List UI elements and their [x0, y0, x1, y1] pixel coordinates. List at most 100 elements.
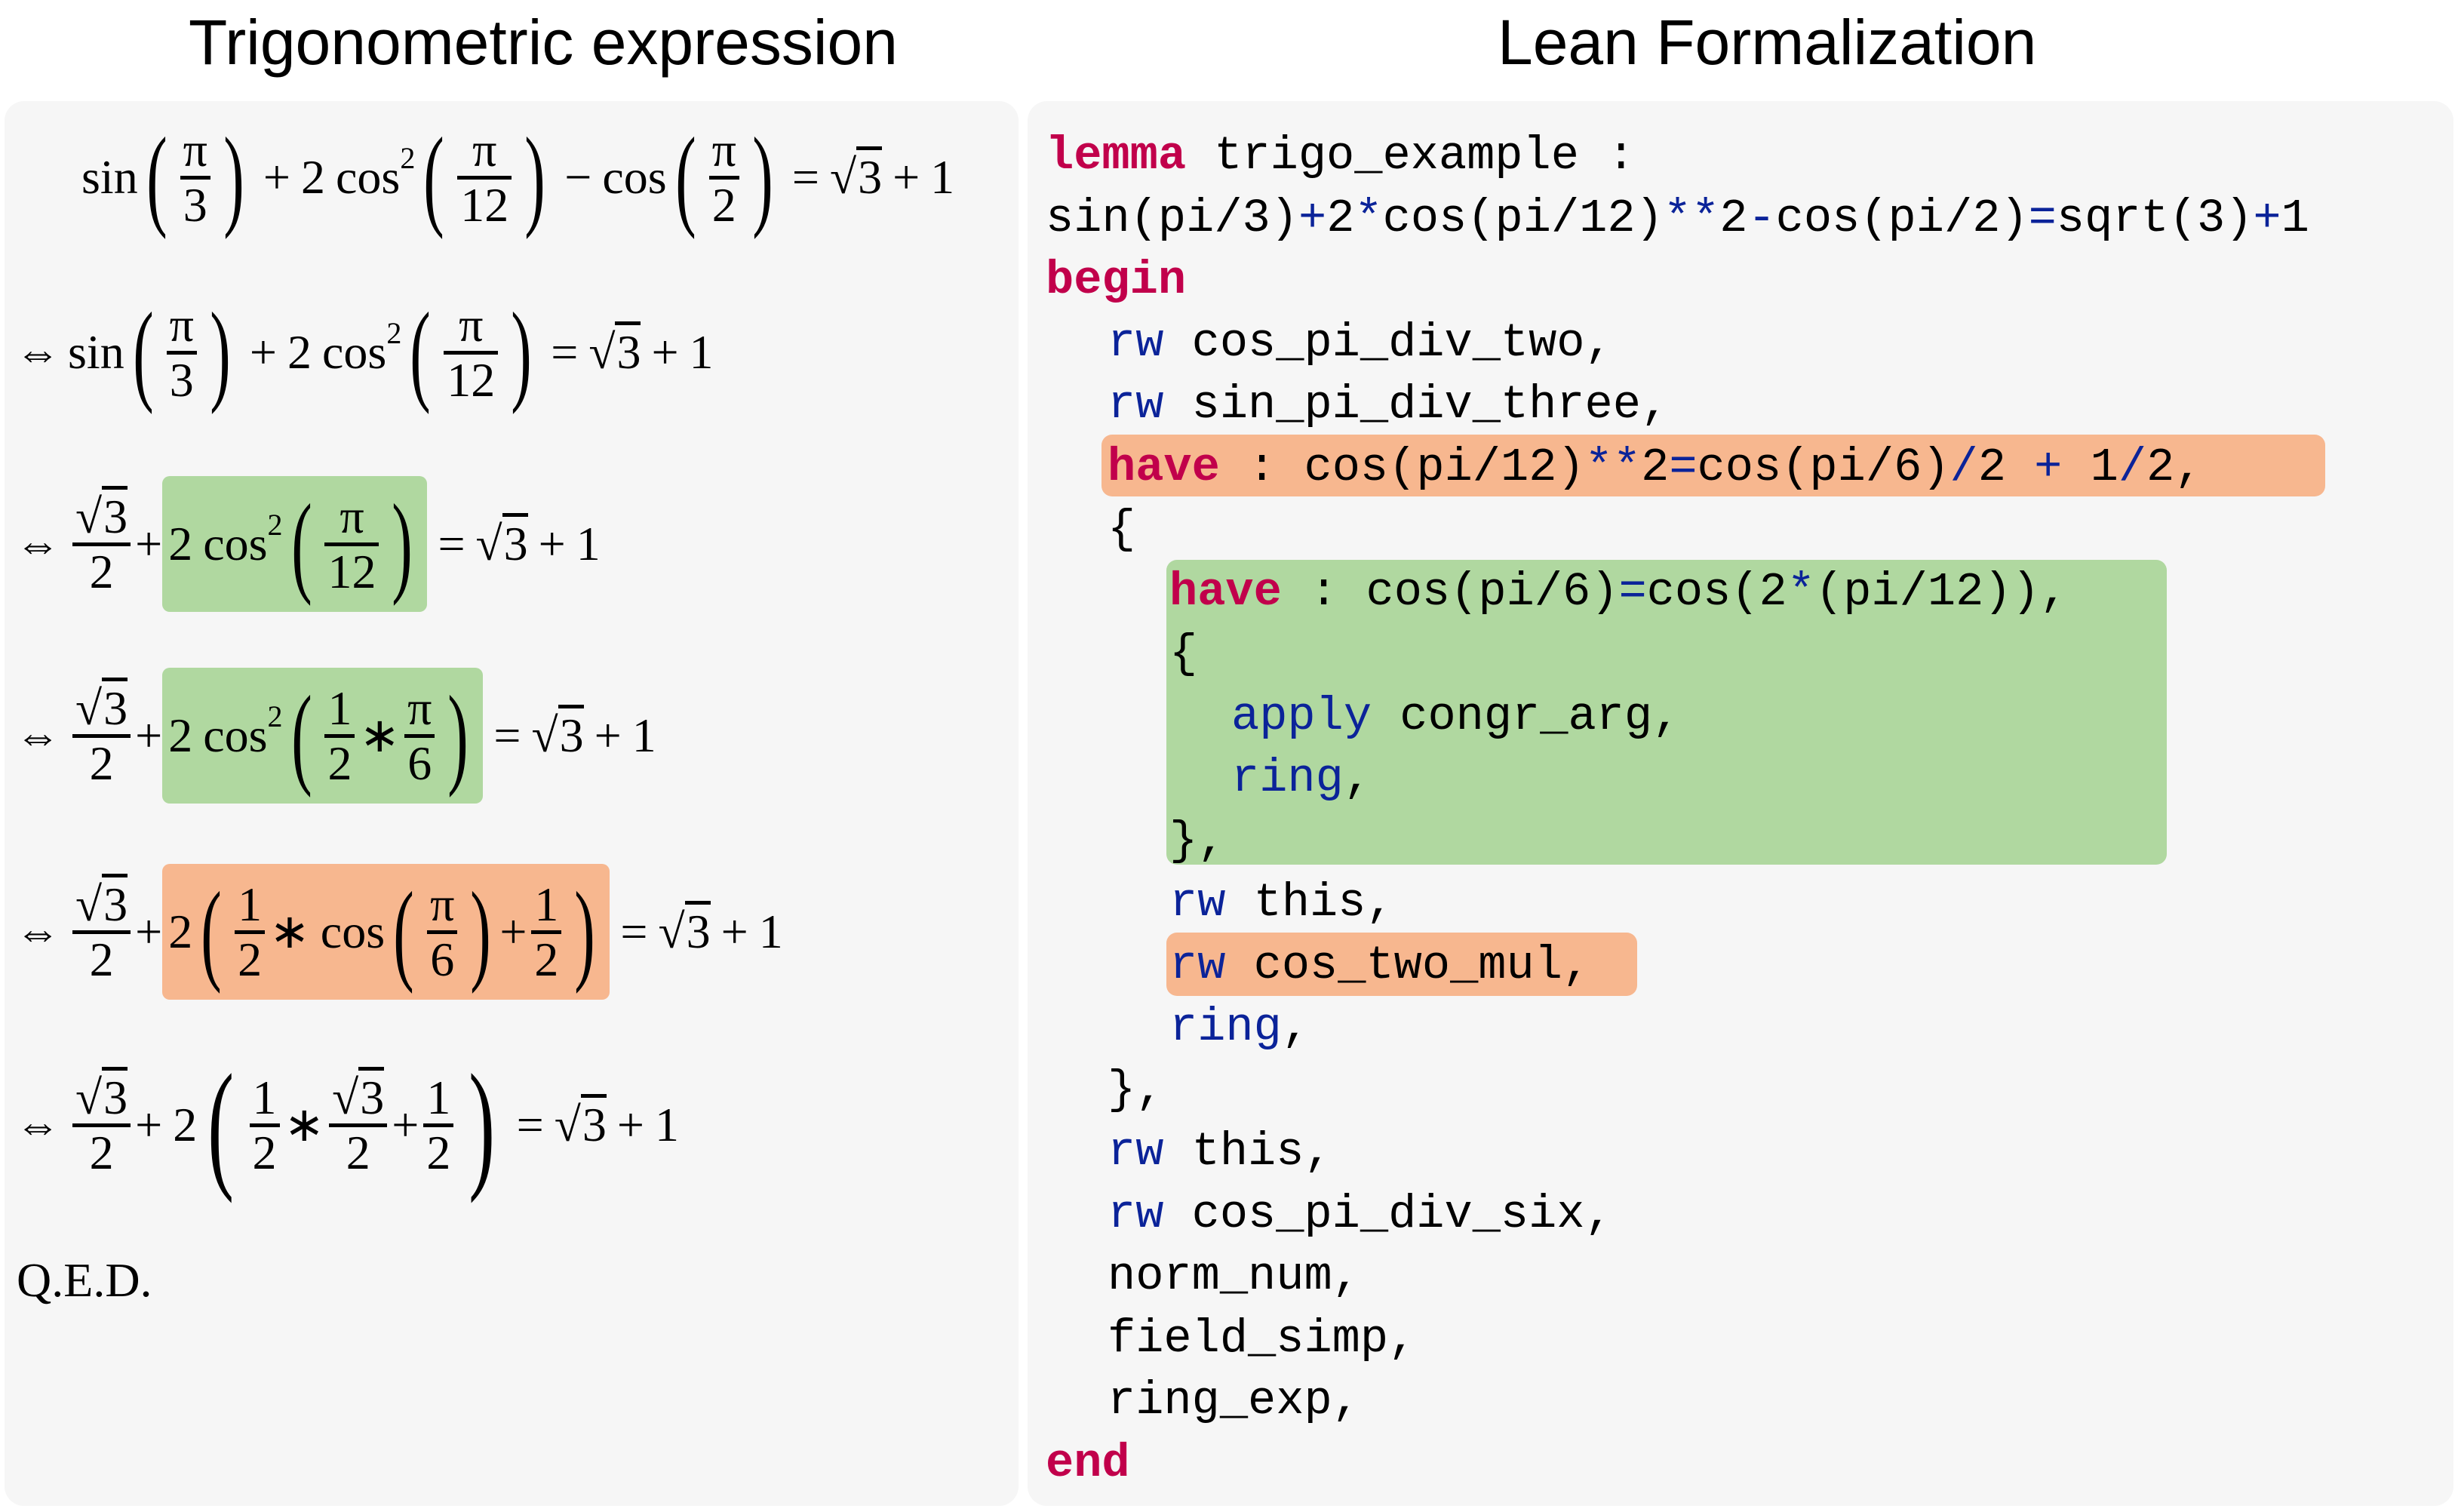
- paren: (: [290, 673, 312, 798]
- keyword-ring: ring: [1231, 751, 1344, 805]
- plus: +: [135, 708, 163, 762]
- cos: cos: [322, 325, 387, 379]
- code-line: {: [1169, 627, 1198, 681]
- keyword-rw: rw: [1108, 315, 1164, 370]
- numerator: π: [430, 877, 455, 932]
- paren: (: [290, 481, 312, 607]
- sqrt-sign: √: [332, 1071, 359, 1125]
- sin: sin: [68, 325, 124, 379]
- math-token: 2: [168, 905, 193, 958]
- sqrt-sign: √: [829, 150, 857, 204]
- highlight-green: 2 cos 2(π 12): [162, 476, 428, 612]
- numerator: 1: [252, 1071, 277, 1125]
- code-line: end: [1046, 1433, 1130, 1495]
- sqrt-3: √3: [332, 1067, 385, 1125]
- plus: +: [893, 150, 920, 204]
- paren: ): [223, 115, 244, 240]
- paren: (: [393, 869, 414, 994]
- fraction: π6: [427, 877, 458, 985]
- iff-symbol: ⇔: [15, 327, 60, 377]
- superscript: 2: [267, 699, 283, 733]
- code-line: have : cos(pi/12)**2=cos(pi/6)/2 + 1/2,: [1108, 437, 2202, 499]
- code-line: rw this,: [1169, 876, 1394, 930]
- plus: +: [616, 1098, 644, 1151]
- denominator: 6: [407, 736, 432, 790]
- numerator: π: [711, 123, 736, 177]
- plus: +: [135, 1098, 163, 1151]
- sqrt-sign: √: [531, 708, 558, 762]
- math-step-1: sin(π 3) +2 cos 2(π 12) − cos(π 2) = √3 +1: [81, 106, 954, 249]
- radicand: 3: [502, 513, 528, 570]
- denominator: 2: [89, 932, 114, 986]
- code-line: begin: [1046, 250, 1186, 312]
- sqrt-sign: √: [658, 905, 685, 958]
- keyword-rw: rw: [1108, 1187, 1164, 1241]
- paren: (: [410, 290, 432, 415]
- numerator: π: [459, 298, 484, 352]
- keyword-ring: ring: [1169, 1000, 1282, 1054]
- sqrt-3: √3: [829, 146, 883, 205]
- highlight-green: 2 cos 2(1 2 ∗ π 6): [162, 668, 484, 804]
- code-line: apply congr_arg,: [1231, 689, 1681, 743]
- denominator: 2: [327, 736, 352, 790]
- sqrt-sign: √: [588, 325, 616, 379]
- times: ∗: [284, 1098, 325, 1151]
- sqrt-sign: √: [554, 1098, 581, 1151]
- numerator: π: [340, 490, 364, 544]
- numerator: 1: [238, 877, 263, 932]
- lemma-statement: sin(pi/3)+2*cos(pi/12)**2-cos(pi/2)=sqrt…: [1046, 191, 2309, 245]
- paren: ): [574, 869, 596, 994]
- fraction: √3 2: [72, 678, 131, 788]
- sqrt-3: √3: [554, 1094, 607, 1153]
- radicand: 3: [102, 1067, 128, 1125]
- sqrt-3: √3: [531, 705, 584, 764]
- fraction: 12: [324, 683, 355, 788]
- sqrt-3: √3: [75, 486, 128, 544]
- title-lean-formalization: Lean Formalization: [1498, 7, 2037, 78]
- keyword-have: have: [1169, 564, 1282, 619]
- denominator: 3: [183, 177, 207, 232]
- plus: +: [499, 905, 527, 958]
- code-line: have : cos(pi/6)=cos(2*(pi/12)),: [1169, 561, 2068, 623]
- one: 1: [631, 708, 656, 762]
- minus: −: [564, 150, 592, 204]
- plus: +: [135, 517, 163, 570]
- keyword-have: have: [1108, 440, 1220, 494]
- code-line: rw this,: [1108, 1125, 1332, 1179]
- paren: (: [674, 115, 696, 240]
- radicand: 3: [684, 901, 711, 958]
- paren: (: [146, 115, 167, 240]
- keyword-lemma: lemma: [1046, 129, 1187, 183]
- math-token: 2: [173, 1098, 198, 1151]
- keyword-rw: rw: [1108, 378, 1164, 432]
- code-text: : cos(pi/12)**2=cos(pi/6)/2 + 1/2,: [1248, 440, 2203, 494]
- paren: ): [511, 290, 532, 415]
- sqrt-sign: √: [75, 877, 103, 932]
- code-line: ring_exp,: [1108, 1374, 1360, 1427]
- plus: +: [721, 905, 748, 958]
- numerator: π: [407, 681, 432, 736]
- times: ∗: [359, 708, 401, 762]
- numerator: 1: [534, 877, 559, 932]
- plus: +: [135, 905, 163, 958]
- sqrt-sign: √: [75, 681, 103, 736]
- fraction: 12: [235, 877, 266, 985]
- code-line: {: [1108, 502, 1136, 556]
- sqrt-sign: √: [475, 517, 502, 570]
- fraction: π3: [166, 300, 197, 405]
- code-line: rw cos_pi_div_six,: [1108, 1187, 1613, 1241]
- iff-symbol: ⇔: [15, 710, 60, 761]
- fraction: π 12: [444, 298, 499, 405]
- denominator: 12: [460, 177, 509, 232]
- keyword-apply: apply: [1231, 689, 1372, 743]
- numerator: 1: [327, 681, 352, 736]
- paren: ): [392, 481, 413, 607]
- plus: +: [392, 1098, 419, 1151]
- times: ∗: [269, 905, 310, 958]
- paren: (: [132, 290, 154, 415]
- paren: (: [207, 1046, 235, 1204]
- math-step-2: ⇔ sin(π 3) +2 cos 2(π 12) = √3 +1: [15, 281, 714, 424]
- one: 1: [930, 150, 955, 204]
- denominator: 2: [711, 177, 736, 232]
- numerator: π: [472, 123, 497, 177]
